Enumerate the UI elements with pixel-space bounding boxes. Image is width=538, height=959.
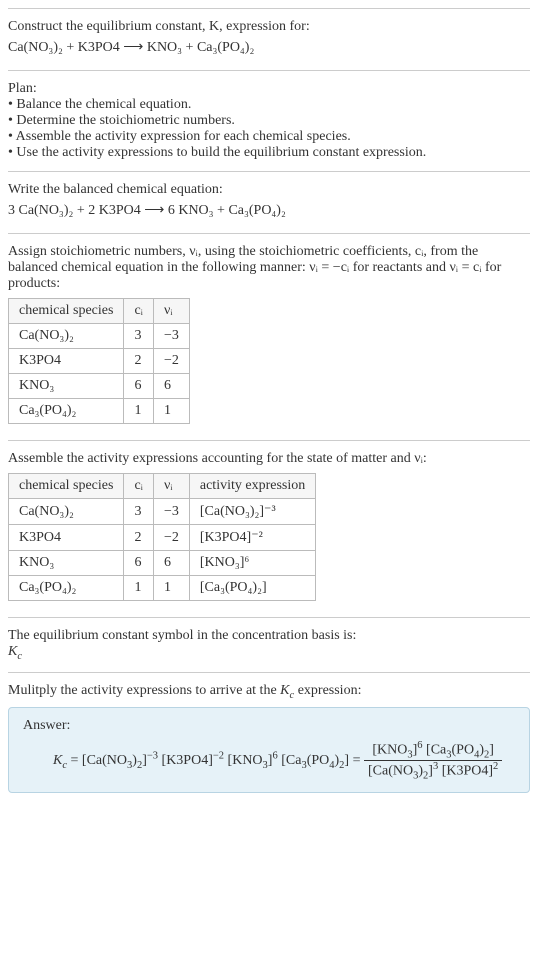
table-row: Ca(NO₃)₂ 3 −3 [Ca(NO₃)₂]⁻³ <box>9 499 316 525</box>
balanced-section: Write the balanced chemical equation: 3 … <box>8 171 530 233</box>
intro-equation: Ca(NO₃)₂ + K3PO4 ⟶ KNO₃ + Ca₃(PO₄)₂ <box>8 39 530 56</box>
activity-table: chemical species cᵢ νᵢ activity expressi… <box>8 473 316 601</box>
stoich-section: Assign stoichiometric numbers, νᵢ, using… <box>8 233 530 440</box>
activity-section: Assemble the activity expressions accoun… <box>8 440 530 617</box>
col-species: chemical species <box>9 299 124 324</box>
plan-item: • Balance the chemical equation. <box>8 97 530 113</box>
intro-section: Construct the equilibrium constant, K, e… <box>8 8 530 70</box>
table-row: Ca₃(PO₄)₂ 1 1 [Ca₃(PO₄)₂] <box>9 576 316 601</box>
table-row: KNO₃ 6 6 [KNO₃]⁶ <box>9 551 316 576</box>
balanced-equation: 3 Ca(NO₃)₂ + 2 K3PO4 ⟶ 6 KNO₃ + Ca₃(PO₄)… <box>8 202 530 219</box>
multiply-heading: Mulitply the activity expressions to arr… <box>8 683 530 701</box>
answer-expression: Kc = [Ca(NO3)2]−3 [K3PO4]−2 [KNO3]6 [Ca3… <box>23 740 515 782</box>
table-row: K3PO4 2 −2 [K3PO4]⁻² <box>9 525 316 551</box>
activity-heading: Assemble the activity expressions accoun… <box>8 451 530 467</box>
plan-item: • Determine the stoichiometric numbers. <box>8 113 530 129</box>
col-species: chemical species <box>9 474 124 499</box>
col-ci: cᵢ <box>124 299 154 324</box>
col-nui: νᵢ <box>153 299 189 324</box>
stoich-text: Assign stoichiometric numbers, νᵢ, using… <box>8 244 530 292</box>
symbol-kc: Kc <box>8 644 530 662</box>
table-row: K3PO4 2 −2 <box>9 349 190 374</box>
col-nui: νᵢ <box>153 474 189 499</box>
plan-item: • Assemble the activity expression for e… <box>8 129 530 145</box>
plan-item: • Use the activity expressions to build … <box>8 145 530 161</box>
table-row: Ca₃(PO₄)₂ 1 1 <box>9 399 190 424</box>
col-activity: activity expression <box>189 474 315 499</box>
col-ci: cᵢ <box>124 474 154 499</box>
multiply-section: Mulitply the activity expressions to arr… <box>8 672 530 803</box>
stoich-table: chemical species cᵢ νᵢ Ca(NO₃)₂ 3 −3 K3P… <box>8 298 190 424</box>
intro-text: Construct the equilibrium constant, K, e… <box>8 19 530 35</box>
plan-heading: Plan: <box>8 81 530 97</box>
fraction-denominator: [Ca(NO3)2]3 [K3PO4]2 <box>364 761 502 781</box>
table-header-row: chemical species cᵢ νᵢ <box>9 299 190 324</box>
balanced-heading: Write the balanced chemical equation: <box>8 182 530 198</box>
plan-section: Plan: • Balance the chemical equation. •… <box>8 70 530 171</box>
table-row: Ca(NO₃)₂ 3 −3 <box>9 324 190 349</box>
symbol-text: The equilibrium constant symbol in the c… <box>8 628 530 644</box>
table-row: KNO₃ 6 6 <box>9 374 190 399</box>
answer-box: Answer: Kc = [Ca(NO3)2]−3 [K3PO4]−2 [KNO… <box>8 707 530 793</box>
table-header-row: chemical species cᵢ νᵢ activity expressi… <box>9 474 316 499</box>
symbol-section: The equilibrium constant symbol in the c… <box>8 617 530 672</box>
answer-label: Answer: <box>23 718 515 734</box>
answer-fraction: [KNO3]6 [Ca3(PO4)2] [Ca(NO3)2]3 [K3PO4]2 <box>364 740 502 782</box>
fraction-numerator: [KNO3]6 [Ca3(PO4)2] <box>364 740 502 761</box>
